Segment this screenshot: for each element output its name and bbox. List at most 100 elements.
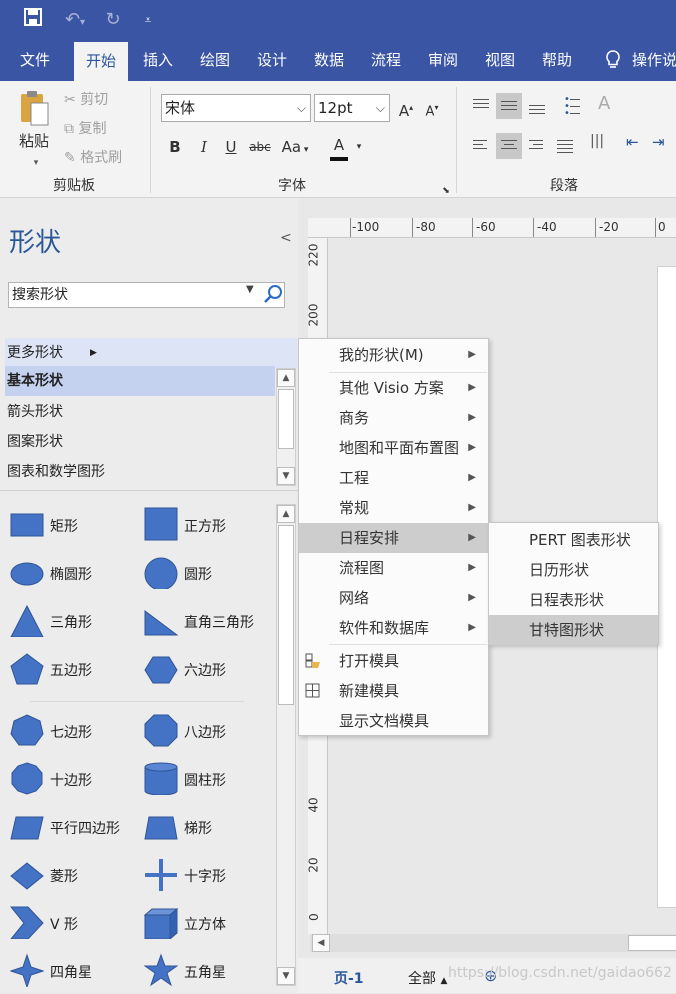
text-direction-icon[interactable]: A bbox=[598, 93, 624, 119]
submenu-item-pert[interactable]: PERT 图表形状 bbox=[489, 525, 658, 555]
save-icon[interactable] bbox=[20, 8, 46, 32]
menu-item-open-stencil[interactable]: 打开模具 bbox=[299, 646, 488, 676]
shape-triangle[interactable]: 三角形 bbox=[10, 600, 140, 644]
shape-chevron[interactable]: V 形 bbox=[10, 902, 140, 946]
tab-insert[interactable]: 插入 bbox=[131, 40, 185, 81]
tab-home[interactable]: 开始 bbox=[74, 42, 128, 81]
tab-file[interactable]: 文件 bbox=[8, 40, 62, 81]
stencil-basic-shapes[interactable]: 基本形状 bbox=[5, 366, 275, 396]
menu-item-flowchart[interactable]: 流程图 ▶ bbox=[299, 553, 488, 583]
scroll-down-icon[interactable]: ▼ bbox=[277, 467, 295, 485]
bold-button[interactable]: B bbox=[165, 135, 185, 159]
scroll-up-icon[interactable]: ▲ bbox=[277, 369, 295, 387]
undo-icon[interactable]: ↶▾ bbox=[58, 8, 92, 32]
justify-icon[interactable] bbox=[552, 133, 578, 159]
shape-parallelogram[interactable]: 平行四边形 bbox=[10, 806, 140, 850]
submenu-item-calendar[interactable]: 日历形状 bbox=[489, 555, 658, 585]
chevron-down-icon[interactable]: ⌵ bbox=[297, 95, 306, 121]
decrease-indent-icon[interactable]: ⇤ bbox=[626, 133, 652, 159]
tab-design[interactable]: 设计 bbox=[245, 40, 299, 81]
stencil-arrow-shapes[interactable]: 箭头形状 bbox=[5, 397, 275, 427]
align-right-icon[interactable] bbox=[524, 133, 550, 159]
more-shapes-item[interactable]: 更多形状 ▶ bbox=[5, 338, 297, 368]
strikethrough-button[interactable]: abc bbox=[247, 135, 273, 159]
align-left-icon[interactable] bbox=[468, 133, 494, 159]
change-case-button[interactable]: Aa ▾ bbox=[278, 135, 312, 162]
shape-pentagon[interactable]: 五边形 bbox=[10, 648, 140, 692]
shape-octagon[interactable]: 八边形 bbox=[144, 710, 274, 754]
submenu-item-timeline[interactable]: 日程表形状 bbox=[489, 585, 658, 615]
chevron-down-icon[interactable]: ⌵ bbox=[376, 95, 385, 121]
font-size-combo[interactable]: 12pt ⌵ bbox=[314, 94, 390, 122]
distribute-icon[interactable]: ||| bbox=[590, 133, 616, 159]
scroll-thumb[interactable] bbox=[278, 525, 294, 705]
search-dropdown-icon[interactable]: ▼ bbox=[246, 284, 254, 295]
shape-cylinder[interactable]: 圆柱形 bbox=[144, 758, 274, 802]
tab-process[interactable]: 流程 bbox=[359, 40, 413, 81]
shape-star5[interactable]: 五角星 bbox=[144, 950, 274, 994]
shape-decagon[interactable]: 十边形 bbox=[10, 758, 140, 802]
horizontal-scrollbar[interactable]: ◀ bbox=[310, 934, 676, 952]
italic-button[interactable]: I bbox=[194, 135, 214, 159]
menu-item-software-database[interactable]: 软件和数据库 ▶ bbox=[299, 613, 488, 643]
shape-ellipse[interactable]: 椭圆形 bbox=[10, 552, 140, 596]
cut-button[interactable]: ✂ 剪切 bbox=[64, 89, 108, 109]
shape-right-triangle[interactable]: 直角三角形 bbox=[144, 600, 274, 644]
scroll-up-icon[interactable]: ▲ bbox=[277, 505, 295, 523]
menu-item-new-stencil[interactable]: 新建模具 bbox=[299, 676, 488, 706]
align-center-icon[interactable] bbox=[496, 133, 522, 159]
tab-help[interactable]: 帮助 bbox=[530, 40, 584, 81]
collapse-pane-icon[interactable]: < bbox=[280, 230, 292, 246]
menu-item-maps-floorplans[interactable]: 地图和平面布置图 ▶ bbox=[299, 433, 488, 463]
menu-item-business[interactable]: 商务 ▶ bbox=[299, 403, 488, 433]
stencil-list-scrollbar[interactable]: ▲ ▼ bbox=[276, 368, 296, 486]
menu-item-my-shapes[interactable]: 我的形状(M) ▶ bbox=[299, 340, 488, 370]
redo-icon[interactable]: ↻ bbox=[100, 8, 126, 32]
format-painter-button[interactable]: ✎ 格式刷 bbox=[64, 147, 122, 167]
search-icon[interactable] bbox=[263, 284, 283, 304]
scroll-down-icon[interactable]: ▼ bbox=[277, 967, 295, 985]
underline-button[interactable]: U bbox=[221, 135, 241, 159]
shrink-font-button[interactable]: A▾ bbox=[422, 96, 442, 124]
scroll-left-icon[interactable]: ◀ bbox=[312, 934, 330, 952]
shape-cross[interactable]: 十字形 bbox=[144, 854, 274, 898]
align-top-icon[interactable] bbox=[468, 93, 494, 119]
tab-data[interactable]: 数据 bbox=[302, 40, 356, 81]
bullets-icon[interactable]: • • • bbox=[560, 93, 586, 119]
menu-item-show-document-stencil[interactable]: 显示文档模具 bbox=[299, 706, 488, 736]
menu-item-network[interactable]: 网络 ▶ bbox=[299, 583, 488, 613]
stencil-chart-math-shapes[interactable]: 图表和数学图形 bbox=[5, 457, 275, 487]
all-pages-button[interactable]: 全部 ▲ bbox=[408, 968, 447, 988]
shape-circle[interactable]: 圆形 bbox=[144, 552, 274, 596]
page-tab[interactable]: 页-1 bbox=[334, 968, 364, 988]
align-bottom-icon[interactable] bbox=[524, 93, 550, 119]
drawing-page[interactable] bbox=[657, 266, 676, 908]
shape-cube[interactable]: 立方体 bbox=[144, 902, 274, 946]
menu-item-schedule[interactable]: 日程安排 ▶ bbox=[299, 523, 488, 553]
stencil-pattern-shapes[interactable]: 图案形状 bbox=[5, 427, 275, 457]
font-color-dropdown-icon[interactable]: ▾ bbox=[352, 135, 366, 159]
tab-review[interactable]: 审阅 bbox=[416, 40, 470, 81]
shape-square[interactable]: 正方形 bbox=[144, 504, 274, 548]
shape-rectangle[interactable]: 矩形 bbox=[10, 504, 140, 548]
shape-heptagon[interactable]: 七边形 bbox=[10, 710, 140, 754]
menu-item-other-visio[interactable]: 其他 Visio 方案 ▶ bbox=[299, 373, 488, 403]
grow-font-button[interactable]: A▴ bbox=[396, 96, 416, 123]
submenu-item-gantt[interactable]: 甘特图形状 bbox=[489, 615, 658, 645]
tell-me-search[interactable]: 操作说 bbox=[632, 40, 676, 81]
tab-draw[interactable]: 绘图 bbox=[188, 40, 242, 81]
menu-item-general[interactable]: 常规 ▶ bbox=[299, 493, 488, 523]
scroll-thumb[interactable] bbox=[628, 935, 676, 951]
paste-button[interactable]: 粘贴 bbox=[14, 129, 54, 153]
menu-item-engineering[interactable]: 工程 ▶ bbox=[299, 463, 488, 493]
align-middle-icon[interactable] bbox=[496, 93, 522, 119]
font-color-button[interactable]: A bbox=[328, 133, 350, 161]
shapes-scrollbar[interactable]: ▲ ▼ bbox=[276, 504, 296, 986]
shape-diamond[interactable]: 菱形 bbox=[10, 854, 140, 898]
increase-indent-icon[interactable]: ⇥ bbox=[652, 133, 676, 159]
shape-trapezoid[interactable]: 梯形 bbox=[144, 806, 274, 850]
font-name-combo[interactable]: 宋体 ⌵ bbox=[161, 94, 311, 122]
clipboard-paste-icon[interactable] bbox=[18, 89, 50, 127]
shape-hexagon[interactable]: 六边形 bbox=[144, 648, 274, 692]
shape-star4[interactable]: 四角星 bbox=[10, 950, 140, 994]
